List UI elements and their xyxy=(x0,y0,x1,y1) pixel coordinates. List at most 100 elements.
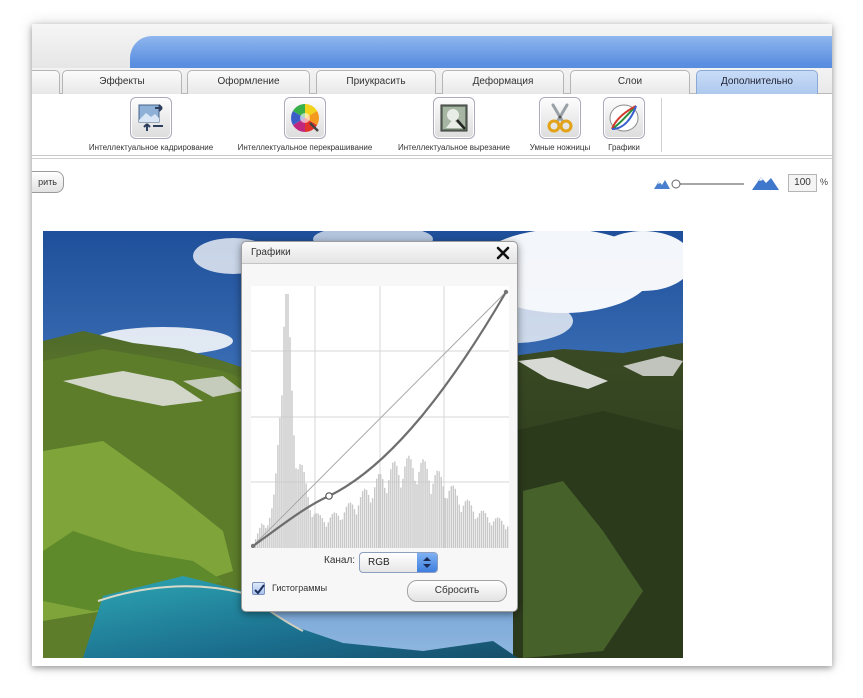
histogram-bar xyxy=(261,523,263,548)
tool-curves[interactable]: Графики xyxy=(600,97,648,152)
histogram-bar xyxy=(442,486,444,548)
histogram-bar xyxy=(295,468,297,548)
histogram-bar xyxy=(351,504,354,548)
histogram-bar xyxy=(343,512,346,548)
histogram-bar xyxy=(317,513,319,548)
histogram-bar xyxy=(398,475,400,548)
histogram-bar xyxy=(402,478,404,548)
histogram-bar xyxy=(339,520,342,548)
tool-smart-scissors[interactable]: Умные ножницы xyxy=(522,97,598,152)
histogram-bar xyxy=(299,464,301,548)
histogram-bar xyxy=(426,468,428,548)
histogram-bar xyxy=(329,517,331,548)
histogram-checkbox[interactable] xyxy=(252,582,265,595)
editor-window: Эффекты Оформление Приукрасить Деформаци… xyxy=(32,24,832,666)
histogram-bar xyxy=(420,463,422,548)
tool-label: Умные ножницы xyxy=(529,143,591,152)
zoom-control: 100 % xyxy=(652,172,832,194)
histogram-bar xyxy=(456,495,458,548)
tab-layers[interactable]: Слои xyxy=(570,70,690,94)
histogram-bar xyxy=(460,512,462,548)
histogram-bar xyxy=(333,512,335,548)
curves-icon xyxy=(603,97,645,139)
histogram-bar xyxy=(363,488,366,548)
histogram-bar xyxy=(337,515,340,548)
curves-dialog: Графики Канал: RGB Гистограммы Сбросить xyxy=(241,241,518,612)
histogram-bar xyxy=(507,526,509,548)
histogram-bar xyxy=(490,525,493,548)
histogram-bar xyxy=(414,480,416,548)
histogram-bar xyxy=(474,519,477,548)
histogram-bar xyxy=(400,487,402,548)
tool-smart-recolor[interactable]: Интеллектуальное перекрашивание xyxy=(230,97,380,152)
histogram-bar xyxy=(394,461,396,548)
histogram-bar xyxy=(488,522,491,548)
histogram-bar xyxy=(374,487,376,548)
histogram-bar xyxy=(436,470,438,548)
histogram-bar xyxy=(277,445,279,548)
reset-button[interactable]: Сбросить xyxy=(407,580,507,602)
histogram-bar xyxy=(444,497,446,548)
tab-effects[interactable]: Эффекты xyxy=(62,70,182,94)
histogram-bar xyxy=(406,458,408,548)
curve-control-point[interactable] xyxy=(325,492,333,500)
histogram-bar xyxy=(410,459,412,548)
histogram-bar xyxy=(386,493,388,548)
histogram-bar xyxy=(480,510,483,548)
tool-label: Интеллектуальное кадрирование xyxy=(88,143,214,152)
zoom-value-field[interactable]: 100 xyxy=(788,174,817,192)
histogram-bar xyxy=(355,514,358,548)
histogram-bar xyxy=(452,485,454,548)
histogram-bar xyxy=(428,480,430,548)
histogram-bar xyxy=(486,517,489,548)
histogram-bar xyxy=(331,514,333,548)
curves-graph[interactable] xyxy=(250,286,509,549)
histogram-bar xyxy=(422,459,424,548)
histogram-bar xyxy=(470,505,473,548)
close-button[interactable] xyxy=(494,244,512,262)
channel-select[interactable]: RGB xyxy=(359,552,438,573)
tab-partial[interactable] xyxy=(32,70,60,94)
histogram-bar xyxy=(285,293,287,548)
histogram-bar xyxy=(321,518,323,548)
histogram-bar xyxy=(434,475,436,548)
dialog-title: Графики xyxy=(251,247,291,258)
histogram-bar xyxy=(311,517,313,548)
ribbon-divider xyxy=(32,158,832,159)
histogram-label: Гистограммы xyxy=(272,583,328,593)
histogram-bar xyxy=(361,491,364,548)
histogram-bar xyxy=(388,480,390,548)
apply-button[interactable]: рить xyxy=(32,171,64,193)
histogram-bar xyxy=(505,529,507,548)
histogram-bar xyxy=(392,462,394,548)
histogram-bar xyxy=(279,417,281,548)
tab-advanced[interactable]: Дополнительно xyxy=(696,70,818,94)
screen: Эффекты Оформление Приукрасить Деформаци… xyxy=(0,0,863,698)
histogram-bar xyxy=(446,498,448,548)
histogram-bar xyxy=(396,465,398,548)
zoom-thumb[interactable] xyxy=(671,179,681,189)
tab-deform[interactable]: Деформация xyxy=(442,70,564,94)
histogram-bar xyxy=(341,519,344,548)
histogram-bar xyxy=(501,520,503,548)
histogram-bar xyxy=(315,513,317,548)
histogram-bar xyxy=(494,518,497,548)
zoom-unit: % xyxy=(820,177,829,187)
histogram-bar xyxy=(412,468,414,548)
tab-design[interactable]: Оформление xyxy=(187,70,310,94)
histogram-bar xyxy=(466,499,469,548)
curve-endpoint-white[interactable] xyxy=(503,289,509,295)
tab-enhance[interactable]: Приукрасить xyxy=(316,70,436,94)
histogram-bar xyxy=(289,337,291,548)
tool-smart-cutout[interactable]: Интеллектуальное вырезание xyxy=(390,97,518,152)
zoom-slider[interactable] xyxy=(652,172,788,194)
zoom-out-icon[interactable] xyxy=(654,180,670,189)
histogram-bar xyxy=(496,517,499,548)
histogram-bar xyxy=(323,522,325,548)
histogram-bar xyxy=(345,506,348,548)
zoom-in-icon[interactable] xyxy=(752,177,779,190)
tool-smart-crop[interactable]: Интеллектуальное кадрирование xyxy=(80,97,222,152)
histogram-bar xyxy=(347,503,350,548)
histogram-bar xyxy=(498,518,501,548)
histogram-bar xyxy=(416,484,418,548)
